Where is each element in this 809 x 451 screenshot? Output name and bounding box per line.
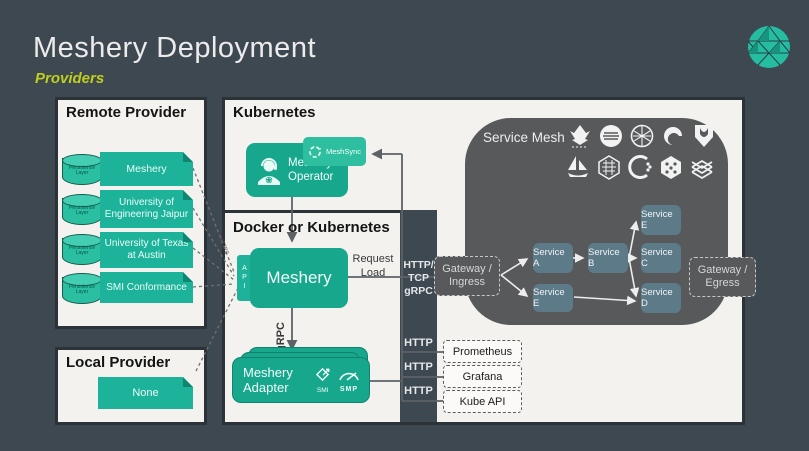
service-a-box[interactable]: Service A [533, 243, 573, 273]
service-c-box[interactable]: Service C [641, 243, 681, 273]
http-label-kubeapi: HTTP [399, 385, 438, 397]
mesh-logo-8 [628, 154, 652, 180]
mesh-logo-2 [599, 123, 623, 149]
meshery-adapter-box[interactable]: Meshery Adapter SMI SMP [232, 357, 370, 403]
smp-badge: SMP [335, 368, 363, 393]
mesh-logo-10 [690, 154, 714, 180]
service-label: Service E [641, 209, 681, 231]
kube-api-box[interactable]: Kube API [443, 390, 522, 413]
service-mesh-title: Service Mesh [483, 130, 565, 145]
remote-provider-title: Remote Provider [66, 104, 186, 121]
persistence-db-icon: Persistence Layer [62, 198, 102, 225]
meshery-logo-icon [746, 24, 792, 70]
http-tcp-grpc-label: HTTP/ TCP gRPC [399, 259, 438, 298]
persistence-label: Persistence Layer [63, 285, 101, 295]
http-label-prometheus: HTTP [399, 337, 438, 349]
page-title: Meshery Deployment [33, 32, 316, 65]
meshery-label: Meshery [266, 268, 331, 288]
gateway-egress-label: Gateway / Egress [695, 264, 751, 290]
meshery-adapter-label: Meshery Adapter [243, 365, 311, 395]
smi-badge: SMI [311, 366, 335, 394]
smp-label: SMP [335, 386, 363, 393]
mesh-logo-row-2 [566, 154, 714, 180]
smi-label: SMI [311, 387, 335, 394]
service-e-top-box[interactable]: Service E [641, 205, 681, 235]
provider-label: SMI Conformance [100, 282, 193, 293]
meshsync-label: MeshSync [326, 147, 361, 156]
load-label: Load [350, 267, 396, 279]
service-label: Service E [533, 287, 573, 309]
kubernetes-panel-title: Kubernetes [233, 104, 316, 121]
docker-panel-top-border [222, 210, 400, 213]
meshery-box[interactable]: Meshery [250, 248, 348, 308]
gateway-ingress-label: Gateway / Ingress [439, 263, 495, 289]
mesh-logo-7 [597, 154, 621, 180]
edge-line: HTTP/ [399, 259, 438, 272]
http-label-grafana: HTTP [399, 361, 438, 373]
provider-label: University of Texas at Austin [100, 238, 193, 262]
mesh-logo-6 [566, 154, 590, 180]
meshsync-box[interactable]: MeshSync [303, 137, 366, 166]
service-mesh-container [465, 118, 728, 325]
page-subtitle: Providers [35, 70, 104, 87]
service-label: Service D [641, 287, 681, 309]
mesh-logo-row-1 [568, 123, 716, 149]
gateway-egress-box[interactable]: Gateway / Egress [689, 257, 756, 297]
provider-label: University of Engineering Jaipur [100, 197, 193, 221]
service-label: Service B [588, 247, 628, 269]
persistence-label: Persistence Layer [63, 246, 101, 256]
persistence-label: Persistence Layer [63, 166, 101, 176]
mesh-logo-5 [692, 123, 716, 149]
remote-provider-texas[interactable]: University of Texas at Austin [100, 232, 193, 268]
service-label: Service C [641, 247, 681, 269]
service-label: Service A [533, 247, 573, 269]
provider-label: Meshery [100, 163, 193, 175]
remote-provider-jaipur[interactable]: University of Engineering Jaipur [100, 190, 193, 228]
local-provider-title: Local Provider [66, 354, 170, 371]
gateway-ingress-box[interactable]: Gateway / Ingress [434, 256, 500, 296]
grafana-label: Grafana [463, 371, 503, 383]
docker-panel-title: Docker or Kubernetes [233, 219, 390, 236]
mesh-logo-3 [630, 123, 654, 149]
remote-provider-smi[interactable]: SMI Conformance [100, 272, 193, 303]
operator-icon [254, 154, 284, 186]
persistence-label: Persistence Layer [63, 206, 101, 216]
remote-provider-meshery[interactable]: Meshery [100, 152, 193, 186]
api-tab-label: API [241, 265, 248, 292]
mesh-logo-4 [661, 123, 685, 149]
grafana-box[interactable]: Grafana [443, 365, 522, 388]
edge-line: gRPC [399, 285, 438, 298]
service-e-left-box[interactable]: Service E [533, 284, 573, 312]
provider-label: None [98, 387, 193, 399]
prometheus-box[interactable]: Prometheus [443, 340, 522, 363]
service-b-box[interactable]: Service B [588, 243, 628, 273]
persistence-db-icon: Persistence Layer [62, 238, 102, 265]
mesh-logo-1 [568, 123, 592, 149]
persistence-db-icon: Persistence Layer [62, 158, 102, 185]
kube-api-label: Kube API [460, 396, 506, 408]
smi-icon [314, 366, 332, 384]
mesh-logo-9 [659, 154, 683, 180]
local-provider-none[interactable]: None [98, 377, 193, 409]
edge-line: TCP [399, 272, 438, 285]
request-label: Request [350, 253, 396, 265]
persistence-db-icon: Persistence Layer [62, 277, 102, 304]
meshsync-icon [308, 145, 322, 159]
prometheus-label: Prometheus [453, 346, 512, 358]
service-d-box[interactable]: Service D [641, 283, 681, 313]
smp-gauge-icon [337, 368, 361, 381]
